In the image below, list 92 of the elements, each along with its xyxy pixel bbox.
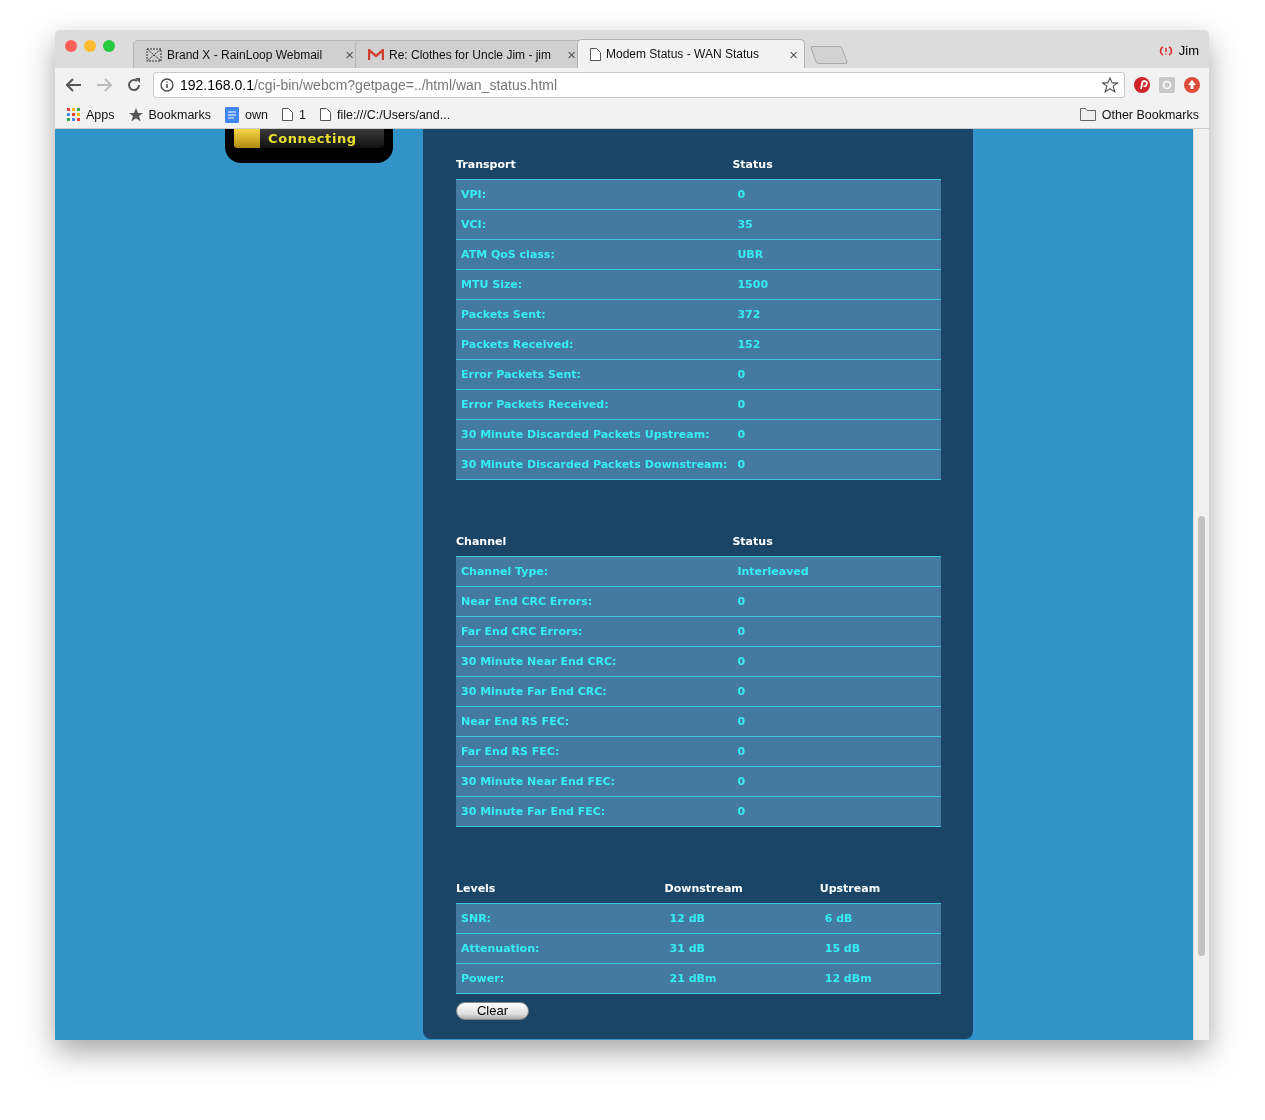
table-cell: Error Packets Sent: bbox=[456, 359, 733, 390]
minimize-window-button[interactable] bbox=[84, 40, 96, 52]
table-cell: 30 Minute Discarded Packets Downstream: bbox=[456, 449, 733, 480]
page-icon bbox=[590, 47, 601, 61]
star-outline-icon[interactable] bbox=[1102, 76, 1118, 93]
table-cell: Far End CRC Errors: bbox=[456, 616, 733, 647]
column-header: Channel bbox=[456, 535, 733, 557]
page-icon bbox=[319, 108, 331, 121]
folder-icon bbox=[1079, 108, 1096, 121]
status-label: Connecting bbox=[268, 131, 357, 146]
reload-icon[interactable] bbox=[126, 76, 142, 93]
table-cell: 35 bbox=[732, 209, 941, 240]
table-cell: 12 dB bbox=[664, 903, 820, 934]
table-cell: 30 Minute Far End FEC: bbox=[456, 796, 733, 827]
table-cell: 0 bbox=[732, 796, 941, 827]
forward-icon[interactable] bbox=[96, 77, 112, 92]
column-header: Downstream bbox=[664, 882, 820, 904]
profile-name[interactable]: Jim bbox=[1178, 43, 1199, 58]
new-tab-button[interactable] bbox=[809, 46, 849, 64]
pin-circle-icon[interactable] bbox=[1133, 75, 1151, 94]
table-cell: 6 dB bbox=[819, 903, 941, 934]
mail-icon bbox=[368, 48, 384, 61]
table-cell: Attenuation: bbox=[456, 933, 665, 964]
zoom-window-button[interactable] bbox=[103, 40, 115, 52]
other-bookmarks[interactable]: Other Bookmarks bbox=[1079, 107, 1199, 122]
table-cell: Packets Sent: bbox=[456, 299, 733, 330]
close-tab-button[interactable]: × bbox=[345, 46, 354, 63]
status-light-icon bbox=[234, 129, 260, 148]
table-cell: VPI: bbox=[456, 179, 733, 210]
table-cell: Power: bbox=[456, 963, 665, 994]
bookmark-item[interactable]: file:///C:/Users/and... bbox=[319, 107, 451, 122]
table-cell: Far End RS FEC: bbox=[456, 736, 733, 767]
column-header: Status bbox=[732, 535, 941, 557]
table-cell: SNR: bbox=[456, 903, 665, 934]
column-header: Levels bbox=[456, 882, 665, 904]
table-cell: 30 Minute Near End CRC: bbox=[456, 646, 733, 677]
scrollbar[interactable] bbox=[1193, 129, 1209, 1040]
table-cell: ATM QoS class: bbox=[456, 239, 733, 270]
crossed-box-icon bbox=[146, 47, 162, 62]
table-cell: 0 bbox=[732, 179, 941, 210]
browser-tab[interactable]: Modem Status - WAN Status × bbox=[577, 39, 805, 68]
table-cell: 0 bbox=[732, 706, 941, 737]
column-header: Upstream bbox=[819, 882, 941, 904]
table-cell: Packets Received: bbox=[456, 329, 733, 360]
bookmark-item[interactable]: Apps bbox=[67, 107, 115, 122]
table-cell: Interleaved bbox=[732, 556, 941, 587]
table-cell: VCI: bbox=[456, 209, 733, 240]
table-cell: 0 bbox=[732, 736, 941, 767]
info-icon bbox=[160, 77, 174, 92]
table-cell: 30 Minute Far End CRC: bbox=[456, 676, 733, 707]
table-cell: 152 bbox=[732, 329, 941, 360]
table-cell: 0 bbox=[732, 359, 941, 390]
table-cell: UBR bbox=[732, 239, 941, 270]
sync-error-icon bbox=[1158, 44, 1173, 57]
table-cell: 0 bbox=[732, 676, 941, 707]
table-cell: 21 dBm bbox=[664, 963, 820, 994]
bookmark-item[interactable]: own bbox=[225, 106, 268, 123]
column-header: Status bbox=[732, 158, 941, 180]
apps-grid-icon bbox=[67, 108, 80, 121]
upload-circle-icon[interactable] bbox=[1183, 75, 1201, 94]
close-window-button[interactable] bbox=[65, 40, 77, 52]
table-cell: 15 dB bbox=[819, 933, 941, 964]
close-tab-button[interactable]: × bbox=[567, 46, 576, 63]
table-cell: 0 bbox=[732, 766, 941, 797]
extension-icon[interactable] bbox=[1159, 76, 1175, 93]
table-cell: 0 bbox=[732, 646, 941, 677]
table-cell: 0 bbox=[732, 449, 941, 480]
table-cell: 0 bbox=[732, 586, 941, 617]
table-cell: 0 bbox=[732, 389, 941, 420]
table-cell: 372 bbox=[732, 299, 941, 330]
star-icon bbox=[128, 107, 143, 122]
table-cell: 0 bbox=[732, 419, 941, 450]
close-tab-button[interactable]: × bbox=[789, 45, 798, 63]
document-icon bbox=[225, 106, 240, 123]
page-icon bbox=[281, 108, 293, 121]
table-cell: 12 dBm bbox=[819, 963, 941, 994]
table-cell: MTU Size: bbox=[456, 269, 733, 300]
table-cell: Near End RS FEC: bbox=[456, 706, 733, 737]
table-cell: Channel Type: bbox=[456, 556, 733, 587]
table-cell: Near End CRC Errors: bbox=[456, 586, 733, 617]
table-cell: 31 dB bbox=[664, 933, 820, 964]
bookmark-item[interactable]: Bookmarks bbox=[128, 107, 212, 122]
bookmark-item[interactable]: 1 bbox=[281, 107, 306, 122]
table-cell: Error Packets Received: bbox=[456, 389, 733, 420]
table-cell: 1500 bbox=[732, 269, 941, 300]
table-cell: 0 bbox=[732, 616, 941, 647]
back-icon[interactable] bbox=[66, 77, 82, 92]
table-cell: 30 Minute Discarded Packets Upstream: bbox=[456, 419, 733, 450]
column-header: Transport bbox=[456, 158, 733, 180]
table-cell: 30 Minute Near End FEC: bbox=[456, 766, 733, 797]
clear-button[interactable]: Clear bbox=[456, 1001, 529, 1020]
address-bar[interactable]: 192.168.0.1/cgi-bin/webcm?getpage=../html/wan_status.html bbox=[153, 71, 1125, 98]
